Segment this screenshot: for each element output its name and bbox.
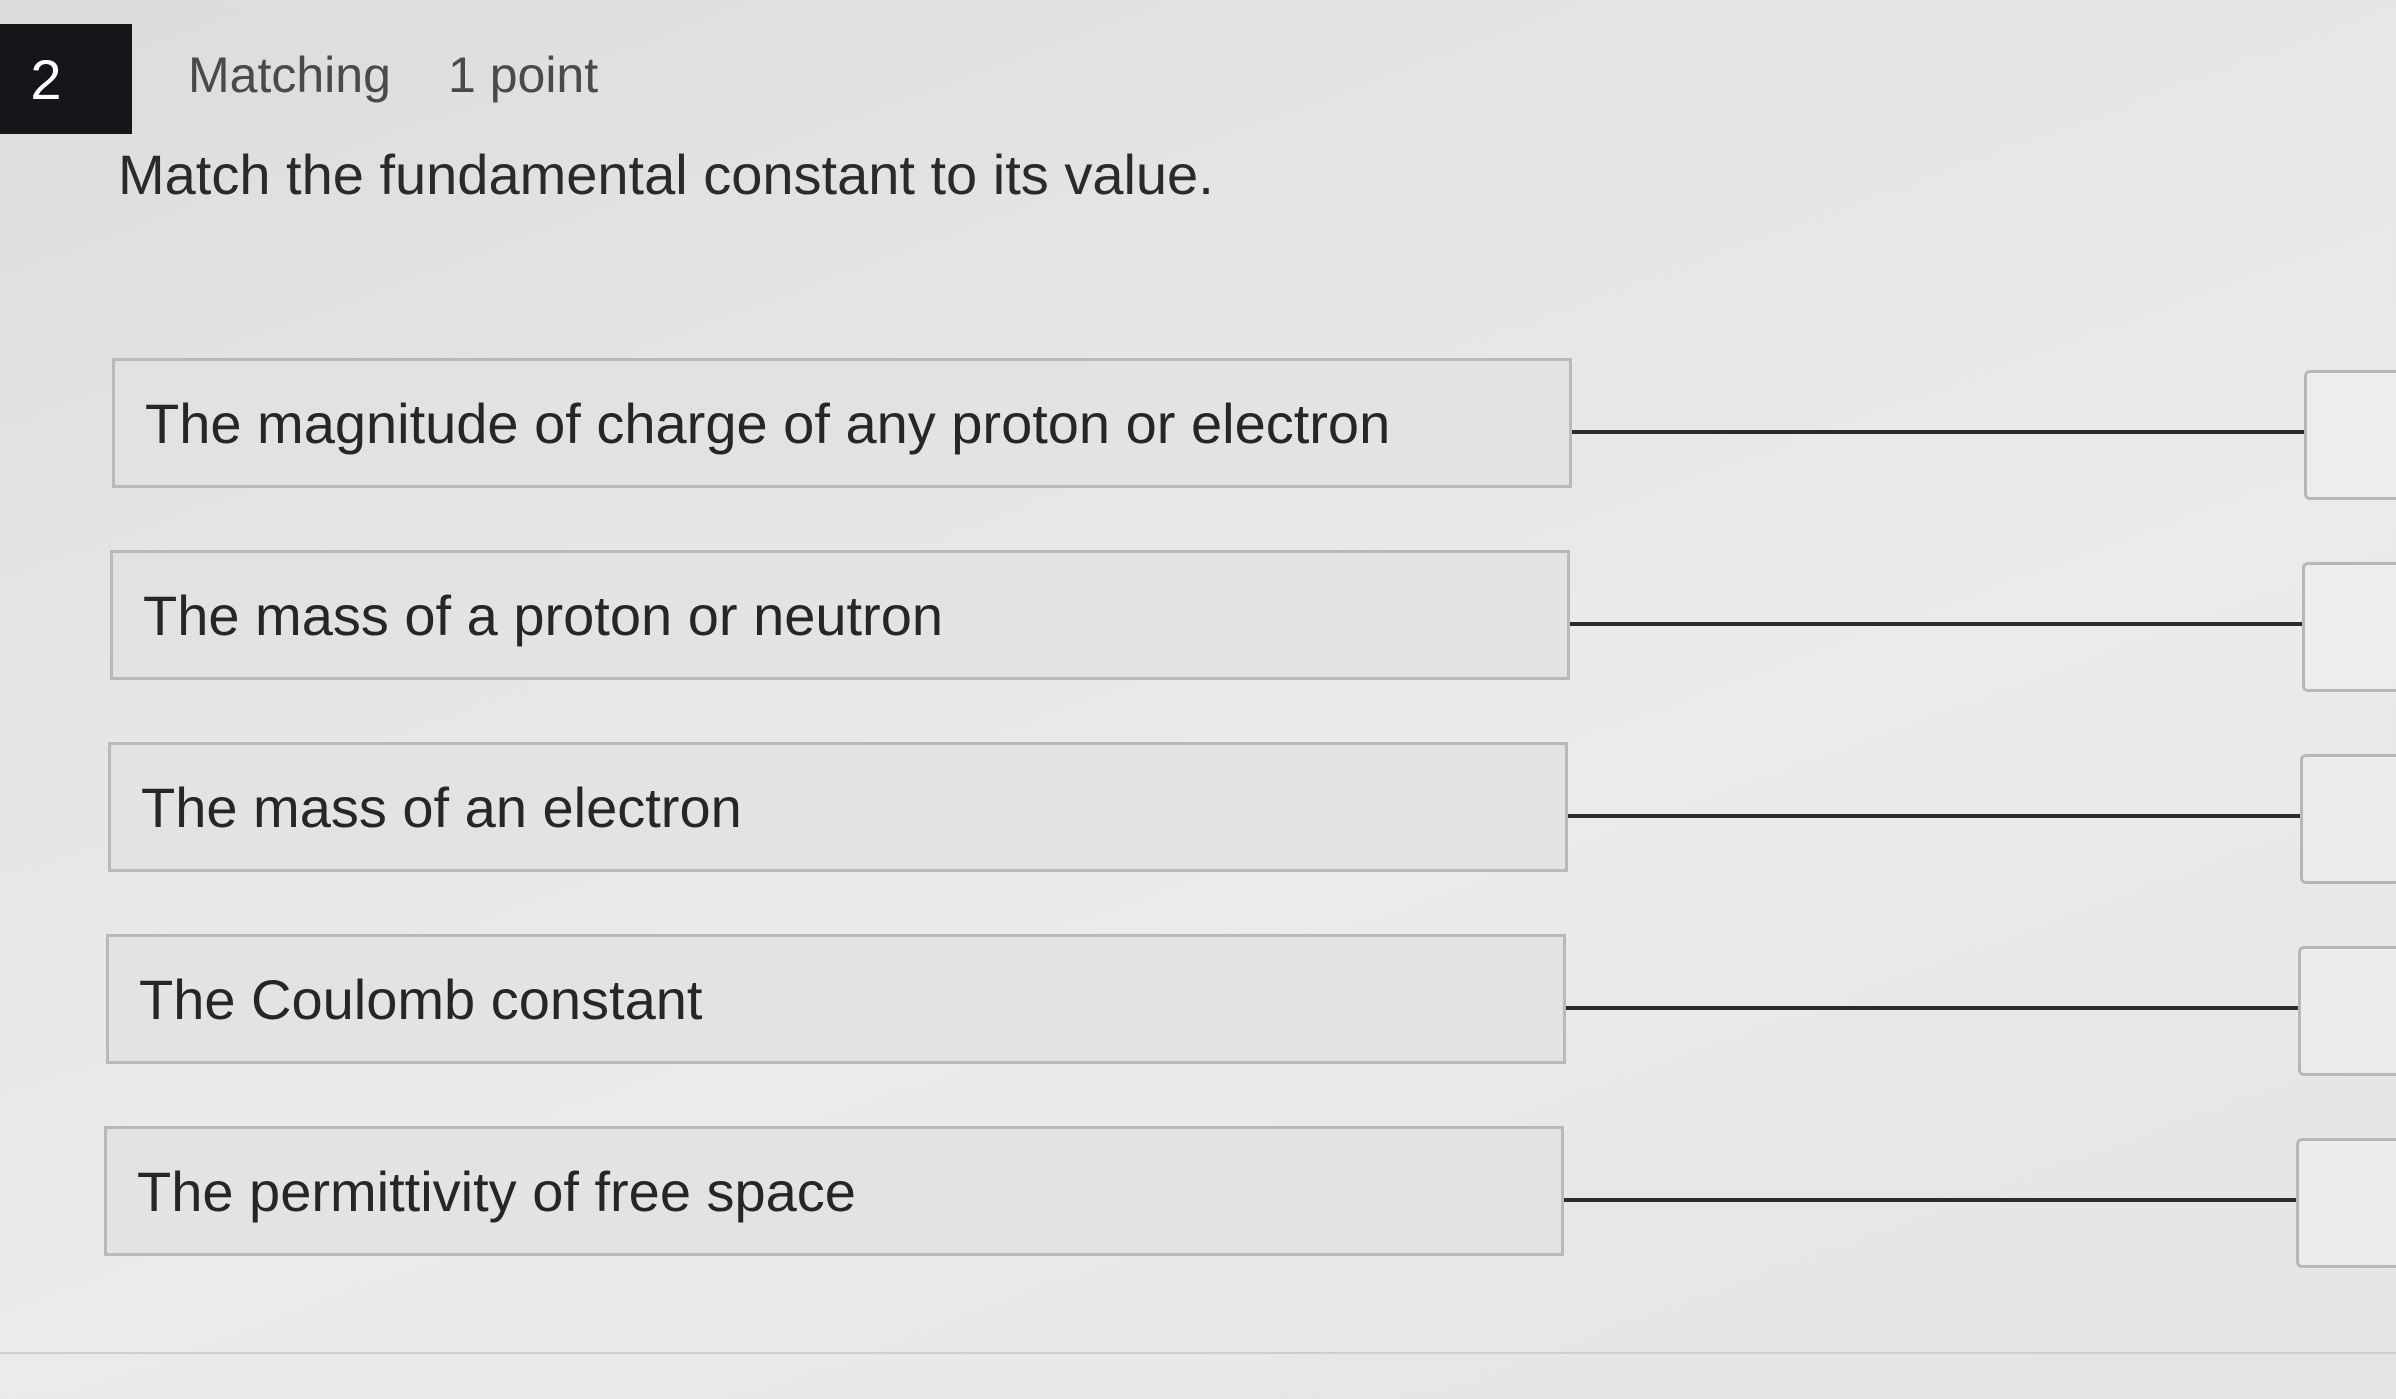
answer-drop-slot[interactable] — [2300, 754, 2396, 884]
question-prompt: Match the fundamental constant to its va… — [118, 143, 1214, 206]
answer-drop-slot[interactable] — [2302, 562, 2396, 692]
section-divider — [0, 1352, 2396, 1354]
matching-term: The mass of a proton or neutron — [110, 550, 1570, 680]
connector-line — [1568, 814, 2300, 818]
connector-line — [1572, 430, 2304, 434]
question-points-label: 1 point — [448, 47, 599, 103]
connector-line — [1570, 622, 2302, 626]
answer-drop-slot[interactable] — [2304, 370, 2396, 500]
answer-drop-slot[interactable] — [2296, 1138, 2396, 1268]
matching-term: The Coulomb constant — [106, 934, 1566, 1064]
question-type-label: Matching — [188, 47, 391, 103]
matching-term: The magnitude of charge of any proton or… — [112, 358, 1572, 488]
question-number-badge: 2 — [0, 24, 132, 134]
matching-term: The permittivity of free space — [104, 1126, 1564, 1256]
answer-drop-slot[interactable] — [2298, 946, 2396, 1076]
matching-term: The mass of an electron — [108, 742, 1568, 872]
connector-line — [1566, 1006, 2298, 1010]
connector-line — [1564, 1198, 2296, 1202]
